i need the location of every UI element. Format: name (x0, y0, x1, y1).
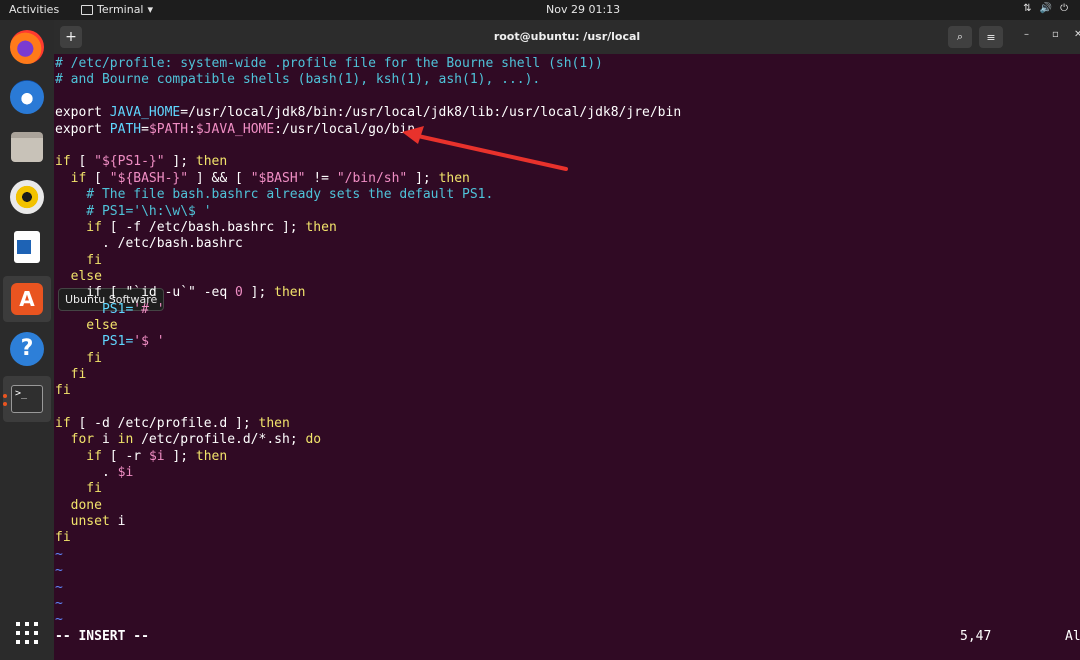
code-line: else (55, 318, 118, 333)
dock-item-writer[interactable] (3, 224, 51, 270)
app-menu[interactable]: Terminal ▾ (81, 3, 153, 16)
terminal-icon: >_ (11, 385, 43, 413)
code-line: fi (55, 481, 102, 496)
network-icon[interactable]: ⇅ (1023, 3, 1031, 14)
dock-item-thunderbird[interactable] (3, 74, 51, 120)
code-line: for i in /etc/profile.d/*.sh; do (55, 432, 322, 447)
code-line: fi (55, 253, 102, 268)
terminal-small-icon (81, 4, 93, 15)
search-button[interactable]: ⌕ (948, 26, 972, 48)
code-line-path: export PATH=$PATH:$JAVA_HOME:/usr/local/… (55, 122, 416, 137)
files-icon (11, 132, 43, 162)
code-line: fi (55, 351, 102, 366)
activities-button[interactable]: Activities (9, 3, 59, 16)
running-indicator (3, 394, 7, 398)
code-line: if [ "${BASH-}" ] && [ "$BASH" != "/bin/… (55, 171, 470, 186)
top-bar: Activities Terminal ▾ Nov 29 01:13 ⇅ 🔊 ⏻ (0, 0, 1080, 20)
window-title: root@ubuntu: /usr/local (493, 30, 641, 43)
dock: A ? >_ (0, 20, 54, 660)
code-line: export JAVA_HOME=/usr/local/jdk8/bin:/us… (55, 105, 682, 120)
hamburger-icon: ≡ (986, 30, 996, 44)
rhythmbox-icon (10, 180, 44, 214)
code-line: fi (55, 530, 71, 545)
dock-item-ubuntu-software[interactable]: A (3, 276, 51, 322)
power-icon[interactable]: ⏻ (1060, 3, 1068, 14)
minimize-button[interactable]: – (1024, 29, 1029, 40)
empty-line-marker: ~ (55, 563, 63, 578)
running-indicator (3, 402, 7, 406)
terminal-content[interactable]: # /etc/profile: system-wide .profile fil… (54, 56, 1080, 660)
clock[interactable]: Nov 29 01:13 (546, 3, 620, 16)
code-line: if [ "${PS1-}" ]; then (55, 154, 228, 169)
code-line: done (55, 498, 102, 513)
cursor-position: 5,47 (960, 629, 992, 644)
code-line: if [ -f /etc/bash.bashrc ]; then (55, 220, 337, 235)
code-line: # The file bash.bashrc already sets the … (55, 187, 494, 202)
dock-item-firefox[interactable] (3, 24, 51, 70)
code-line: if [ -d /etc/profile.d ]; then (55, 416, 290, 431)
empty-line-marker: ~ (55, 596, 63, 611)
code-line: else (55, 269, 102, 284)
system-tray[interactable]: ⇅ 🔊 ⏻ (1023, 3, 1068, 14)
thunderbird-icon (10, 80, 44, 114)
scroll-indicator: Al (1065, 629, 1080, 644)
volume-icon[interactable]: 🔊 (1040, 3, 1052, 14)
firefox-icon (10, 30, 44, 64)
show-applications-icon[interactable] (16, 622, 38, 644)
terminal-headerbar: + root@ubuntu: /usr/local ⌕ ≡ – ▫ ✕ (54, 20, 1080, 54)
dock-item-help[interactable]: ? (3, 326, 51, 372)
libreoffice-writer-icon (14, 231, 40, 263)
empty-line-marker: ~ (55, 547, 63, 562)
code-line: # /etc/profile: system-wide .profile fil… (55, 56, 603, 71)
code-line: PS1='# ' (55, 302, 165, 317)
code-line: if [ -r $i ]; then (55, 449, 228, 464)
code-line: if [ "`id -u`" -eq 0 ]; then (55, 285, 306, 300)
code-line: PS1='$ ' (55, 334, 165, 349)
vim-mode-indicator: -- INSERT -- (55, 629, 149, 644)
menu-button[interactable]: ≡ (979, 26, 1003, 48)
close-button[interactable]: ✕ (1074, 29, 1080, 40)
ubuntu-software-icon: A (11, 283, 43, 315)
code-line: . /etc/bash.bashrc (55, 236, 243, 251)
code-line: . $i (55, 465, 134, 480)
maximize-button[interactable]: ▫ (1052, 29, 1059, 40)
empty-line-marker: ~ (55, 580, 63, 595)
dock-item-files[interactable] (3, 124, 51, 170)
code-line: # and Bourne compatible shells (bash(1),… (55, 72, 541, 87)
dock-item-terminal[interactable]: >_ (3, 376, 51, 422)
chevron-down-icon: ▾ (147, 3, 154, 16)
empty-line-marker: ~ (55, 612, 63, 627)
dock-item-rhythmbox[interactable] (3, 174, 51, 220)
code-line: fi (55, 383, 71, 398)
search-icon: ⌕ (956, 30, 964, 43)
code-line: unset i (55, 514, 126, 529)
help-icon: ? (10, 332, 44, 366)
code-line: fi (55, 367, 87, 382)
app-menu-label: Terminal (97, 3, 144, 16)
code-line: # PS1='\h:\w\$ ' (55, 204, 212, 219)
